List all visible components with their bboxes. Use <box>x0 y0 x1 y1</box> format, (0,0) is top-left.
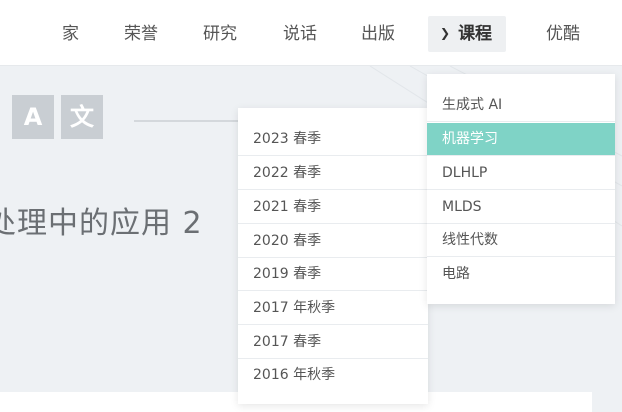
menu-item-mlds[interactable]: MLDS <box>427 191 615 224</box>
language-wen-icon: 文 <box>61 95 103 139</box>
divider-line <box>134 120 240 122</box>
menu-item-2017-fall[interactable]: 2017 年秋季 <box>238 292 428 325</box>
menu-item-machine-learning[interactable]: 机器学习 <box>427 123 615 156</box>
menu-item-2019-spring[interactable]: 2019 春季 <box>238 258 428 291</box>
menu-item-linear-algebra[interactable]: 线性代数 <box>427 224 615 257</box>
language-a-icon: A <box>12 95 54 139</box>
chevron-down-icon: ❯ <box>440 26 451 40</box>
top-navigation-bar: 家 荣誉 研究 说话 出版 ❯ 课程 优酷 <box>0 0 622 66</box>
nav-item-youku[interactable]: 优酷 <box>546 16 580 52</box>
nav-item-publications[interactable]: 出版 <box>361 16 395 52</box>
nav-item-courses-label: 课程 <box>458 24 493 44</box>
menu-item-circuits[interactable]: 电路 <box>427 258 615 291</box>
menu-item-2020-spring[interactable]: 2020 春季 <box>238 225 428 258</box>
menu-item-2021-spring[interactable]: 2021 春季 <box>238 191 428 224</box>
menu-item-generative-ai[interactable]: 生成式 AI <box>427 89 615 122</box>
nav-item-home[interactable]: 家 <box>62 16 79 52</box>
menu-item-2016-fall[interactable]: 2016 年秋季 <box>238 359 428 392</box>
nav-item-honors[interactable]: 荣誉 <box>124 16 158 52</box>
years-dropdown-menu: 2023 春季 2022 春季 2021 春季 2020 春季 2019 春季 … <box>238 108 428 404</box>
menu-item-2022-spring[interactable]: 2022 春季 <box>238 157 428 190</box>
nav-item-talks[interactable]: 说话 <box>283 16 317 52</box>
menu-item-2023-spring[interactable]: 2023 春季 <box>238 123 428 156</box>
courses-dropdown-menu: 生成式 AI 机器学习 DLHLP MLDS 线性代数 电路 <box>427 74 615 304</box>
menu-item-2017-spring[interactable]: 2017 春季 <box>238 326 428 359</box>
menu-item-dlhlp[interactable]: DLHLP <box>427 157 615 190</box>
page-title: 处理中的应用 2 <box>0 206 203 241</box>
nav-item-research[interactable]: 研究 <box>203 16 237 52</box>
nav-item-courses[interactable]: ❯ 课程 <box>428 16 507 52</box>
